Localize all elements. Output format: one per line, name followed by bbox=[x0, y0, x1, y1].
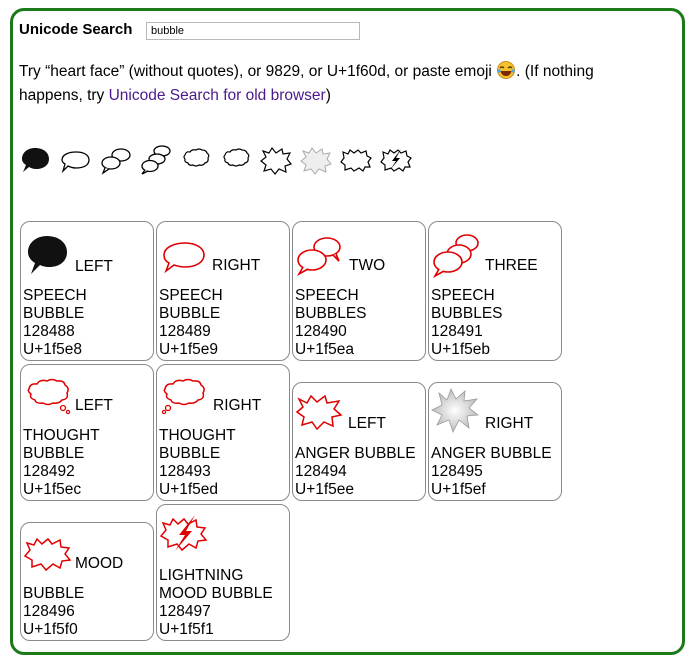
old-browser-link[interactable]: Unicode Search for old browser bbox=[109, 87, 326, 104]
card-details: SPEECH BUBBLES 128491 U+1f5eb bbox=[431, 287, 503, 358]
card-word: TWO bbox=[349, 257, 386, 274]
card-word: RIGHT bbox=[485, 415, 534, 432]
card-details: THOUGHT BUBBLE 128492 U+1f5ec bbox=[23, 427, 100, 498]
lightning-mood-bubble-icon bbox=[159, 515, 208, 552]
search-input[interactable] bbox=[146, 22, 360, 40]
anger-bubble-right-icon[interactable] bbox=[299, 143, 333, 177]
mood-bubble-icon[interactable] bbox=[339, 143, 373, 177]
anger-bubble-left-icon bbox=[295, 394, 343, 431]
speech-bubble-left-icon bbox=[28, 236, 67, 274]
help-line2-end: ) bbox=[325, 87, 331, 104]
thought-bubble-left-icon bbox=[27, 378, 71, 415]
lightning-mood-bubble-icon[interactable] bbox=[379, 143, 413, 177]
thought-bubble-right-icon[interactable] bbox=[219, 143, 253, 177]
mood-bubble-icon bbox=[23, 537, 72, 572]
speech-bubble-right-icon bbox=[163, 242, 205, 274]
speech-bubble-left-icon[interactable] bbox=[19, 143, 53, 177]
card-details: SPEECH BUBBLE 128488 U+1f5e8 bbox=[23, 287, 87, 358]
card-details: THOUGHT BUBBLE 128493 U+1f5ed bbox=[159, 427, 236, 498]
card-details: ANGER BUBBLE 128494 U+1f5ee bbox=[295, 445, 416, 498]
card-right-speech-bubble[interactable]: RIGHT SPEECH BUBBLE 128489 U+1f5e9 bbox=[156, 221, 290, 361]
two-speech-bubbles-icon[interactable] bbox=[99, 143, 133, 177]
card-details: ANGER BUBBLE 128495 U+1f5ef bbox=[431, 445, 552, 498]
card-word: RIGHT bbox=[212, 257, 261, 274]
help-line1-end: . (If nothing bbox=[516, 63, 594, 80]
thought-bubble-left-icon[interactable] bbox=[179, 143, 213, 177]
app-title: Unicode Search bbox=[19, 21, 133, 38]
two-speech-bubbles-icon bbox=[296, 237, 341, 276]
card-word: MOOD bbox=[75, 555, 124, 572]
thought-bubble-right-icon bbox=[161, 378, 205, 415]
card-details: BUBBLE 128496 U+1f5f0 bbox=[23, 585, 85, 638]
help-line2: happens, try bbox=[19, 87, 109, 104]
anger-bubble-left-icon[interactable] bbox=[259, 143, 293, 177]
card-word: THREE bbox=[485, 257, 538, 274]
card-mood-bubble[interactable]: MOOD BUBBLE 128496 U+1f5f0 bbox=[20, 522, 154, 641]
card-left-thought-bubble[interactable]: LEFT THOUGHT BUBBLE 128492 U+1f5ec bbox=[20, 364, 154, 501]
card-word: LEFT bbox=[348, 415, 386, 432]
card-left-speech-bubble[interactable]: LEFT SPEECH BUBBLE 128488 U+1f5e8 bbox=[20, 221, 154, 361]
card-three-speech-bubbles[interactable]: THREE SPEECH BUBBLES 128491 U+1f5eb bbox=[428, 221, 562, 361]
card-details: SPEECH BUBBLE 128489 U+1f5e9 bbox=[159, 287, 223, 358]
card-word: LEFT bbox=[75, 258, 113, 275]
card-two-speech-bubbles[interactable]: TWO SPEECH BUBBLES 128490 U+1f5ea bbox=[292, 221, 426, 361]
speech-bubble-right-icon[interactable] bbox=[59, 143, 93, 177]
laughing-face-emoji-icon bbox=[497, 61, 516, 79]
card-word: RIGHT bbox=[213, 397, 262, 414]
card-word: LEFT bbox=[75, 397, 113, 414]
help-text: Try “heart face” (without quotes), or 98… bbox=[19, 60, 659, 108]
card-left-anger-bubble[interactable]: LEFT ANGER BUBBLE 128494 U+1f5ee bbox=[292, 382, 426, 501]
card-details: LIGHTNING MOOD BUBBLE 128497 U+1f5f1 bbox=[159, 567, 273, 638]
help-line1: Try “heart face” (without quotes), or 98… bbox=[19, 63, 497, 80]
card-details: SPEECH BUBBLES 128490 U+1f5ea bbox=[295, 287, 367, 358]
card-right-anger-bubble[interactable]: RIGHT ANGER BUBBLE 128495 U+1f5ef bbox=[428, 382, 562, 501]
card-right-thought-bubble[interactable]: RIGHT THOUGHT BUBBLE 128493 U+1f5ed bbox=[156, 364, 290, 501]
card-lightning-mood-bubble[interactable]: LIGHTNING MOOD BUBBLE 128497 U+1f5f1 bbox=[156, 504, 290, 641]
three-speech-bubbles-icon bbox=[432, 234, 479, 278]
anger-bubble-right-icon bbox=[431, 387, 479, 433]
three-speech-bubbles-icon[interactable] bbox=[139, 143, 173, 177]
